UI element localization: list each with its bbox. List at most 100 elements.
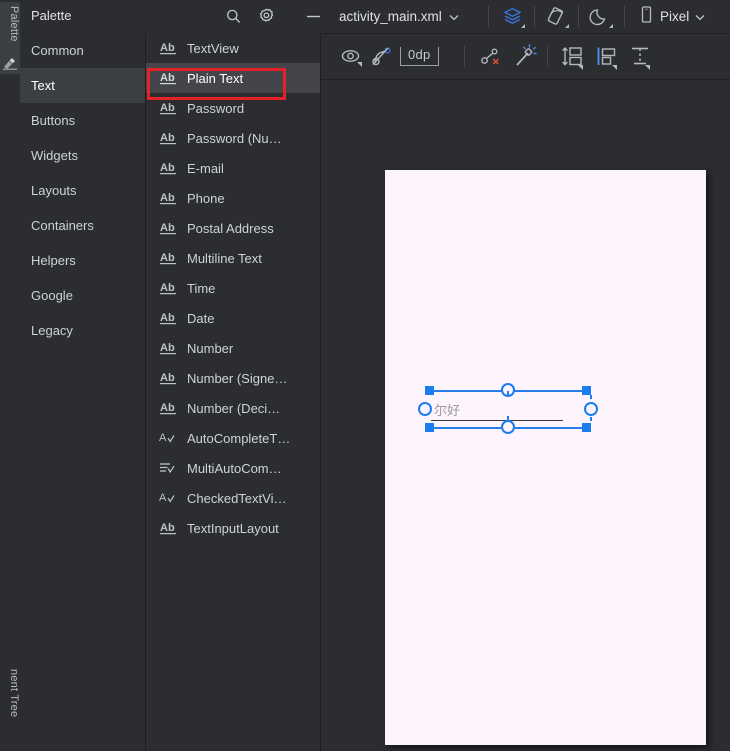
ab-icon: Ab [159,130,180,146]
infer-constraints-icon[interactable] [512,44,538,70]
constraint-anchor-bottom[interactable] [501,420,515,434]
palette-category-common[interactable]: Common [20,33,145,68]
palette-category-helpers[interactable]: Helpers [20,243,145,278]
palette-item-plain-text[interactable]: Ab Plain Text [146,63,320,93]
palette-category-list[interactable]: Common Text Buttons Widgets Layouts Cont… [20,33,146,751]
resize-handle-top-left[interactable] [425,386,434,395]
svg-text:Ab: Ab [160,222,175,234]
ab-icon: Ab [159,220,180,236]
selected-component-edittext[interactable]: 尔好 [418,383,598,434]
palette-category-legacy[interactable]: Legacy [20,313,145,348]
svg-text:Ab: Ab [160,162,175,174]
device-icon [639,5,654,29]
palette-item-label: MultiAutoCom… [187,460,282,476]
default-margin-value[interactable]: 0dp [400,47,439,66]
toolbar-divider [578,6,579,27]
palette-item-phone[interactable]: Ab Phone [146,183,320,213]
palette-item-textinputlayout[interactable]: Ab TextInputLayout [146,513,320,543]
constraint-anchor-left[interactable] [418,402,432,416]
editor-top-toolbar: activity_main.xml Pixel [321,0,730,34]
resize-handle-bottom-left[interactable] [425,423,434,432]
ab-icon: Ab [159,340,180,356]
layers-icon[interactable] [501,5,525,28]
ab-icon: Ab [159,160,180,176]
palette-item-multiautocompletetextview[interactable]: MultiAutoCom… [146,453,320,483]
palette-item-password[interactable]: Ab Password [146,93,320,123]
night-mode-icon[interactable] [589,5,613,28]
align-icon[interactable] [594,44,620,70]
svg-text:Ab: Ab [160,252,175,264]
palette-category-buttons[interactable]: Buttons [20,103,145,138]
ab-icon: Ab [159,400,180,416]
constraint-anchor-right[interactable] [584,402,598,416]
palette-category-widgets[interactable]: Widgets [20,138,145,173]
palette-category-google[interactable]: Google [20,278,145,313]
palette-item-label: Number (Deci… [187,400,281,416]
palette-item-textview[interactable]: Ab TextView [146,33,320,63]
palette-category-label: Legacy [31,323,73,338]
svg-text:Ab: Ab [160,342,175,354]
palette-item-number-decimal[interactable]: Ab Number (Deci… [146,393,320,423]
palette-item-label: AutoCompleteT… [187,430,291,446]
palette-item-label: Multiline Text [187,250,262,266]
device-selector[interactable]: Pixel [639,5,705,28]
a-check-icon: A [159,490,180,506]
chevron-down-icon [695,8,705,26]
palette-widget-list[interactable]: Ab TextView Ab Plain Text Ab Password Ab… [146,33,321,751]
file-tab-activity-main[interactable]: activity_main.xml [339,0,459,33]
edittext-hint-text: 尔好 [434,403,461,418]
toggle-constraints-icon[interactable] [370,44,396,70]
device-preview-frame[interactable] [385,170,706,745]
palette-item-label: Password (Nu… [187,130,282,146]
clear-constraints-icon[interactable] [478,44,504,70]
palette-item-autocompletetextview[interactable]: A AutoCompleteT… [146,423,320,453]
anchor-connector-bottom [507,416,509,420]
palette-category-label: Buttons [31,113,76,128]
anchor-connector-right-lower [590,417,592,421]
palette-item-postal-address[interactable]: Ab Postal Address [146,213,320,243]
palette-category-label: Containers [31,218,94,233]
palette-category-label: Widgets [31,148,78,163]
svg-text:Ab: Ab [160,372,175,384]
palette-item-multiline-text[interactable]: Ab Multiline Text [146,243,320,273]
palette-item-number[interactable]: Ab Number [146,333,320,363]
tool-tab-component-tree-label: nent Tree [8,669,20,718]
palette-category-layouts[interactable]: Layouts [20,173,145,208]
palette-item-number-signed[interactable]: Ab Number (Signe… [146,363,320,393]
palette-item-label: Plain Text [187,70,244,86]
gear-icon[interactable] [256,6,277,27]
ab-icon: Ab [159,280,180,296]
tool-tab-component-tree[interactable]: nent Tree [0,665,20,751]
file-tab-label: activity_main.xml [339,9,442,24]
ab-icon: Ab [159,70,180,86]
palette-category-label: Layouts [31,183,77,198]
view-options-icon[interactable] [338,44,364,70]
tool-window-strip: Palette nent Tree [0,0,21,751]
palette-item-checkedtextview[interactable]: A CheckedTextVi… [146,483,320,513]
guidelines-icon[interactable] [627,44,653,70]
palette-category-containers[interactable]: Containers [20,208,145,243]
palette-item-label: TextView [187,40,239,56]
anchor-connector-top [507,391,509,395]
orientation-icon[interactable] [545,5,569,28]
palette-item-label: Postal Address [187,220,274,236]
pack-icon[interactable] [560,44,586,70]
resize-handle-bottom-right[interactable] [582,423,591,432]
palette-category-text[interactable]: Text [20,68,145,103]
palette-category-label: Text [31,78,55,93]
palette-item-password-numeric[interactable]: Ab Password (Nu… [146,123,320,153]
device-selector-label: Pixel [660,9,690,24]
search-icon[interactable] [223,6,244,27]
resize-handle-top-right[interactable] [582,386,591,395]
design-surface-toolbar: 0dp [321,34,730,80]
palette-icon [3,56,17,70]
ab-icon: Ab [159,40,180,56]
toolbar-divider [624,6,625,27]
palette-item-label: Password [187,100,245,116]
palette-item-date[interactable]: Ab Date [146,303,320,333]
svg-text:A: A [159,492,167,504]
palette-item-email[interactable]: Ab E-mail [146,153,320,183]
svg-text:Ab: Ab [160,102,175,114]
svg-text:Ab: Ab [160,282,175,294]
palette-item-time[interactable]: Ab Time [146,273,320,303]
